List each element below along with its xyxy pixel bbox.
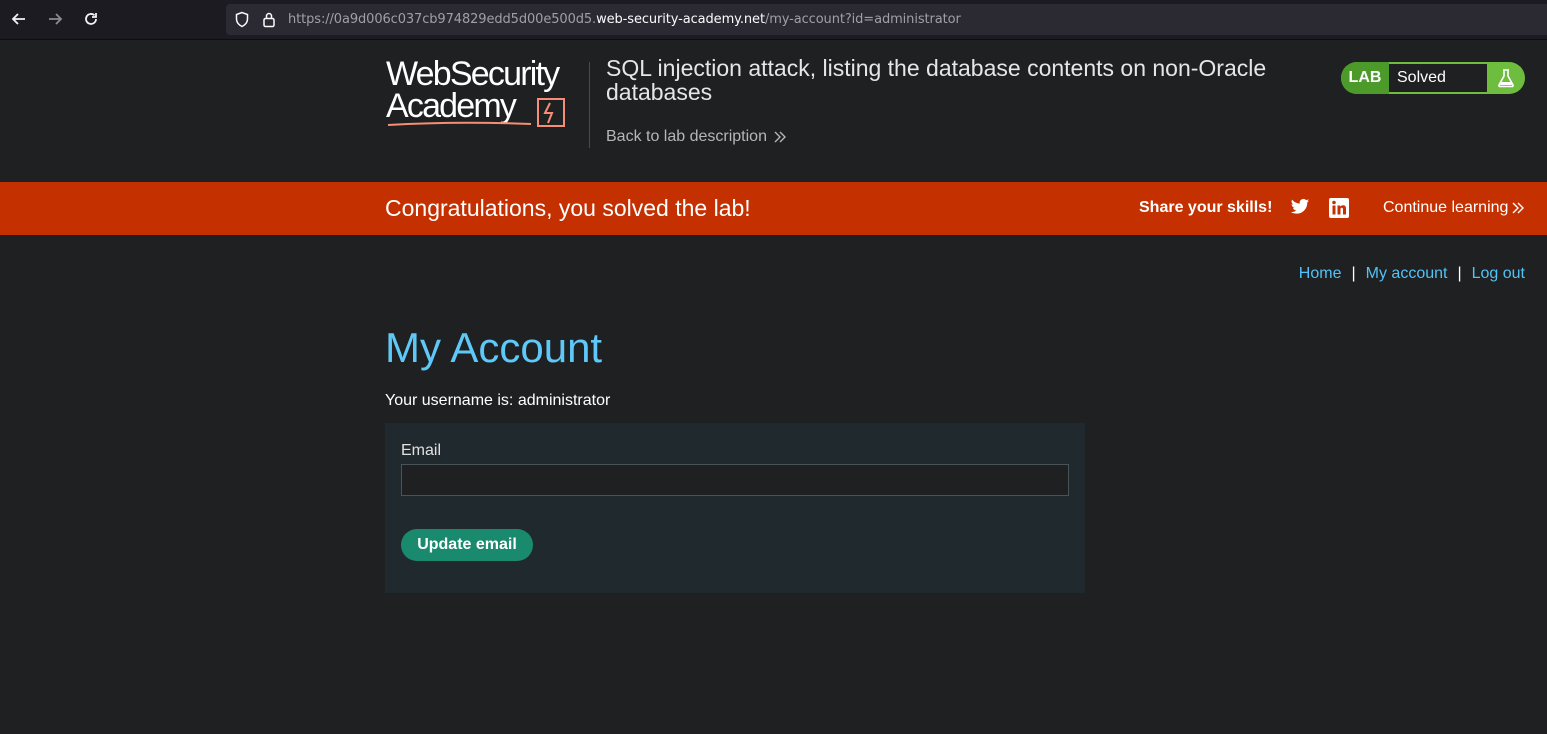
twitter-icon[interactable] [1290, 198, 1310, 216]
logo-bolt-icon [537, 98, 565, 127]
logo-underline-icon [387, 121, 532, 126]
nav-my-account-link[interactable]: My account [1366, 265, 1448, 283]
reload-icon [85, 13, 97, 25]
lock-icon [263, 12, 275, 28]
url-host: web-security-academy.net [596, 12, 765, 27]
email-label: Email [401, 442, 442, 459]
reload-button[interactable] [78, 6, 104, 32]
flask-icon [1498, 69, 1514, 88]
browser-toolbar: https://0a9d006c037cb974829edd5d00e500d5… [0, 0, 1547, 40]
solved-banner: Congratulations, you solved the lab! Sha… [0, 182, 1547, 235]
lab-header: WebSecurity Academy SQL injection attack… [0, 40, 1547, 182]
double-chevron-right-icon [1512, 202, 1525, 214]
back-link-label: Back to lab description [606, 128, 767, 145]
double-chevron-right-icon [774, 131, 786, 143]
share-skills-label: Share your skills! [1139, 199, 1273, 216]
url-text: https://0a9d006c037cb974829edd5d00e500d5… [288, 12, 961, 27]
lab-title: SQL injection attack, listing the databa… [606, 55, 1267, 105]
page-title: My Account [385, 324, 603, 371]
update-email-button[interactable]: Update email [401, 529, 533, 561]
account-nav: Home | My account | Log out [1299, 265, 1525, 283]
nav-home-link[interactable]: Home [1299, 265, 1342, 283]
email-input[interactable] [401, 464, 1069, 496]
linkedin-icon[interactable] [1329, 198, 1349, 218]
badge-lab-label: LAB [1341, 62, 1389, 94]
forward-button[interactable] [42, 6, 68, 32]
badge-status-text: Solved [1389, 64, 1487, 92]
arrow-right-icon [49, 13, 63, 25]
logo-line-1: WebSecurity [386, 55, 560, 93]
header-divider [589, 62, 590, 148]
web-security-academy-logo[interactable]: WebSecurity Academy [386, 55, 586, 138]
update-email-form: Email Update email [385, 423, 1085, 593]
shield-icon [235, 11, 249, 28]
url-bar[interactable]: https://0a9d006c037cb974829edd5d00e500d5… [226, 4, 1547, 35]
nav-separator: | [1457, 265, 1462, 282]
url-path: /my-account?id=administrator [764, 12, 961, 27]
nav-log-out-link[interactable]: Log out [1472, 265, 1525, 283]
url-prefix: https://0a9d006c037cb974829edd5d00e500d5… [288, 12, 597, 27]
username-text: Your username is: administrator [385, 392, 611, 409]
back-button[interactable] [6, 6, 32, 32]
congratulations-message: Congratulations, you solved the lab! [385, 195, 751, 221]
lab-status-badge: LAB Solved [1341, 62, 1525, 94]
continue-learning-label: Continue learning [1383, 199, 1509, 216]
back-to-lab-description-link[interactable]: Back to lab description [606, 128, 787, 146]
arrow-left-icon [11, 13, 25, 25]
nav-separator: | [1351, 265, 1356, 282]
continue-learning-link[interactable]: Continue learning [1383, 199, 1525, 217]
